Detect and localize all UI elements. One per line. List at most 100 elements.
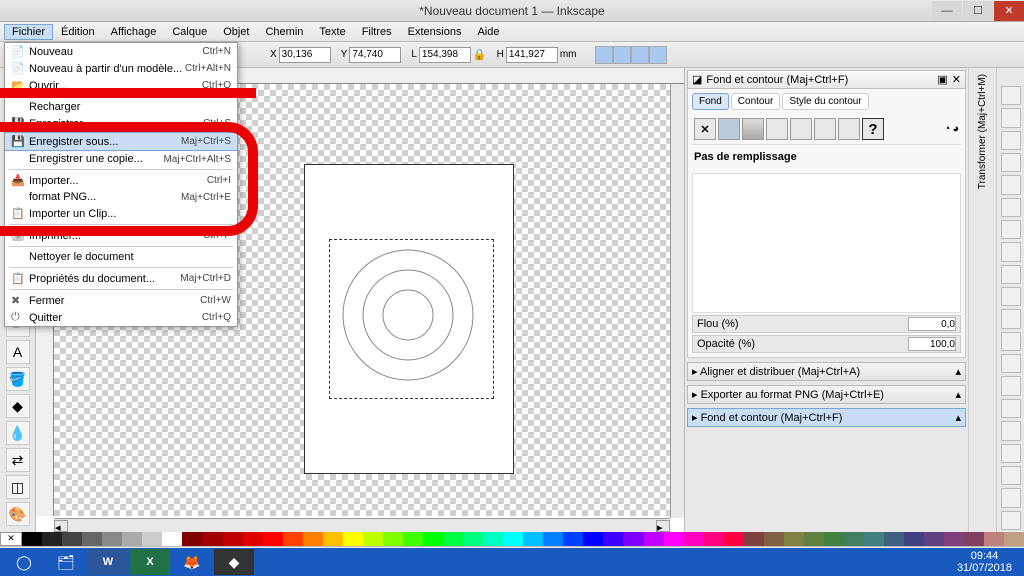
fill-rule-icon[interactable]: ◔	[944, 123, 951, 135]
snap-button-19[interactable]	[1001, 511, 1021, 530]
color-swatch[interactable]	[844, 532, 864, 546]
color-palette[interactable]: ✕	[0, 532, 1024, 546]
snap-button-2[interactable]	[1001, 131, 1021, 150]
menu-item[interactable]: 📥Importer...Ctrl+I	[5, 172, 237, 189]
snap-button-6[interactable]	[1001, 220, 1021, 239]
explorer-icon[interactable]: 🗂	[46, 549, 86, 575]
tab-fill[interactable]: Fond	[692, 93, 729, 110]
color-swatch[interactable]	[383, 532, 403, 546]
color-swatch[interactable]	[283, 532, 303, 546]
menu-item[interactable]: 📋Importer un Clip...	[5, 205, 237, 222]
inkscape-icon[interactable]: ◆	[214, 549, 254, 575]
snap-button-4[interactable]	[1001, 175, 1021, 194]
color-swatch[interactable]	[463, 532, 483, 546]
linear-gradient-button[interactable]	[742, 118, 764, 140]
menu-texte[interactable]: Texte	[311, 24, 353, 40]
menu-item[interactable]: 💾Enregistrer sous...Maj+Ctrl+S	[5, 132, 237, 151]
color-swatch[interactable]	[22, 532, 42, 546]
color-swatch[interactable]	[363, 532, 383, 546]
color-swatch[interactable]	[724, 532, 744, 546]
swatch-button[interactable]	[814, 118, 836, 140]
color-swatch[interactable]	[263, 532, 283, 546]
menu-objet[interactable]: Objet	[215, 24, 257, 40]
unknown-paint-button[interactable]: ?	[862, 118, 884, 140]
snap-button-9[interactable]	[1001, 287, 1021, 306]
color-swatch[interactable]	[223, 532, 243, 546]
menu-calque[interactable]: Calque	[164, 24, 215, 40]
collapsed-panel[interactable]: ▸ Exporter au format PNG (Maj+Ctrl+E)▴	[687, 385, 966, 404]
menu-affichage[interactable]: Affichage	[103, 24, 165, 40]
color-swatch[interactable]	[924, 532, 944, 546]
tool-10[interactable]: A	[6, 340, 30, 364]
fill-stroke-header[interactable]: ◪Fond et contour (Maj+Ctrl+F) ▣✕	[687, 70, 966, 89]
color-swatch[interactable]	[243, 532, 263, 546]
menu-item[interactable]: 📂Ouvrir...Ctrl+O	[5, 77, 237, 94]
affect-button[interactable]	[631, 46, 649, 64]
pattern-button[interactable]	[790, 118, 812, 140]
color-swatch[interactable]	[82, 532, 102, 546]
undock-icon[interactable]: ▣	[937, 74, 947, 86]
snap-button-14[interactable]	[1001, 399, 1021, 418]
color-swatch[interactable]	[864, 532, 884, 546]
menu-item[interactable]: 📄Nouveau à partir d'un modèle...Ctrl+Alt…	[5, 60, 237, 77]
menu-filtres[interactable]: Filtres	[354, 24, 400, 40]
color-swatch[interactable]	[423, 532, 443, 546]
snap-button-12[interactable]	[1001, 354, 1021, 373]
color-swatch[interactable]	[483, 532, 503, 546]
snap-button-16[interactable]	[1001, 444, 1021, 463]
menu-édition[interactable]: Édition	[53, 24, 103, 40]
color-swatch[interactable]	[122, 532, 142, 546]
color-swatch[interactable]	[102, 532, 122, 546]
minimize-button[interactable]: —	[932, 1, 962, 21]
blur-input[interactable]	[908, 317, 956, 331]
menu-item[interactable]: Nettoyer le document	[5, 249, 237, 265]
color-swatch[interactable]	[764, 532, 784, 546]
mesh-button[interactable]	[838, 118, 860, 140]
color-swatch[interactable]	[884, 532, 904, 546]
menu-item[interactable]: ✖FermerCtrl+W	[5, 292, 237, 309]
collapsed-panel[interactable]: ▸ Fond et contour (Maj+Ctrl+F)▴	[687, 408, 966, 427]
color-swatch[interactable]	[323, 532, 343, 546]
transform-dialog-tab[interactable]: Transformer (Maj+Ctrl+M)	[977, 70, 988, 193]
h-input[interactable]	[506, 47, 558, 63]
radial-gradient-button[interactable]	[766, 118, 788, 140]
word-icon[interactable]: W	[88, 549, 128, 575]
menu-item[interactable]: ⏻QuitterCtrl+Q	[5, 309, 237, 326]
menu-chemin[interactable]: Chemin	[257, 24, 311, 40]
tool-13[interactable]: 💧	[6, 421, 30, 445]
color-swatch[interactable]	[644, 532, 664, 546]
color-swatch[interactable]	[684, 532, 704, 546]
color-swatch[interactable]	[904, 532, 924, 546]
color-swatch[interactable]	[343, 532, 363, 546]
affect-button[interactable]	[649, 46, 667, 64]
snap-button-11[interactable]	[1001, 332, 1021, 351]
color-swatch[interactable]	[1004, 532, 1024, 546]
snap-button-10[interactable]	[1001, 309, 1021, 328]
tool-15[interactable]: ◫	[6, 475, 30, 499]
menu-item[interactable]: 🖨Imprimer...Ctrl+P	[5, 227, 237, 244]
color-swatch[interactable]	[202, 532, 222, 546]
color-swatch[interactable]	[403, 532, 423, 546]
color-swatch[interactable]	[704, 532, 724, 546]
tool-11[interactable]: 🪣	[6, 367, 30, 391]
color-swatch[interactable]	[443, 532, 463, 546]
color-swatch[interactable]	[603, 532, 623, 546]
maximize-button[interactable]: ☐	[963, 1, 993, 21]
opacity-input[interactable]	[908, 337, 956, 351]
menu-item[interactable]: Enregistrer une copie...Maj+Ctrl+Alt+S	[5, 151, 237, 167]
tool-12[interactable]: ◆	[6, 394, 30, 418]
color-swatch[interactable]	[42, 532, 62, 546]
menu-item[interactable]: 📄NouveauCtrl+N	[5, 43, 237, 60]
tab-stroke-style[interactable]: Style du contour	[782, 93, 868, 110]
affect-button[interactable]	[595, 46, 613, 64]
gimp-icon[interactable]: 🦊	[172, 549, 212, 575]
scrollbar-vertical[interactable]	[670, 84, 684, 518]
color-swatch[interactable]	[623, 532, 643, 546]
fill-rule-icon[interactable]: ◕	[952, 123, 959, 135]
snap-button-0[interactable]	[1001, 86, 1021, 105]
color-swatch[interactable]	[142, 532, 162, 546]
flat-color-button[interactable]	[718, 118, 740, 140]
color-swatch[interactable]	[984, 532, 1004, 546]
color-swatch[interactable]	[944, 532, 964, 546]
menu-item[interactable]: 💾EnregistrerCtrl+S	[5, 115, 237, 132]
